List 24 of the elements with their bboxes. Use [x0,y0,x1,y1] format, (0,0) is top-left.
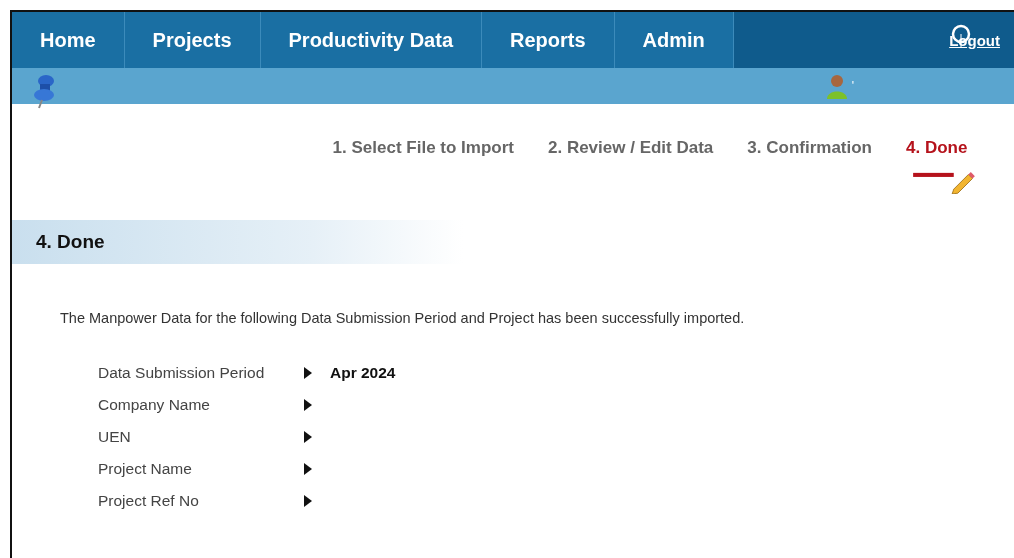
arrow-icon [304,367,312,379]
wizard-step[interactable]: 2. Review / Edit Data [548,138,714,194]
nav-link[interactable]: Productivity Data [260,12,482,68]
nav-link[interactable]: Home [12,12,125,68]
user-name: ' [851,79,854,93]
wizard-step[interactable]: 4. Done [906,138,982,194]
field-value: Apr 2024 [330,364,397,382]
nav-link[interactable]: Reports [482,12,615,68]
user-icon [825,73,848,99]
success-message: The Manpower Data for the following Data Submission Period and Project has been successfully imported. [60,310,746,326]
field-label: Project Ref No [98,492,200,510]
field-label: Company Name [98,396,211,414]
arrow-icon [304,399,312,411]
field-label: UEN [98,428,132,446]
arrow-icon [304,495,312,507]
field-label: Data Submission Period [98,364,266,382]
nav-link[interactable]: Admin [614,12,734,68]
wizard-step[interactable]: 1. Select File to Import [332,138,514,194]
logout-link[interactable]: Logout [949,31,1000,49]
field-label: Project Name [98,460,193,478]
arrow-icon [304,463,312,475]
arrow-icon [304,431,312,443]
nav-link[interactable]: Projects [124,12,261,68]
wizard-step[interactable]: 3. Confirmation [747,138,872,194]
